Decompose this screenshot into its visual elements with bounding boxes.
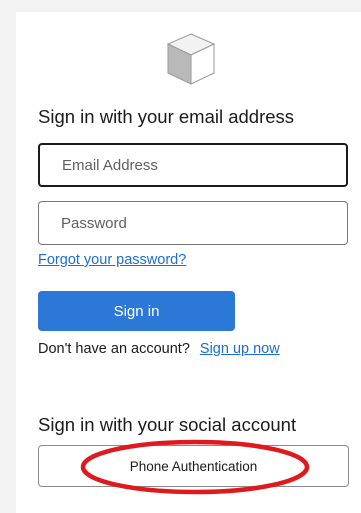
signup-row: Don't have an account? Sign up now <box>38 341 280 357</box>
email-field[interactable] <box>38 143 348 187</box>
phone-authentication-button[interactable]: Phone Authentication <box>38 445 349 487</box>
sign-up-link[interactable]: Sign up now <box>200 341 280 357</box>
password-input[interactable] <box>39 202 347 244</box>
no-account-text: Don't have an account? <box>38 341 190 357</box>
email-signin-heading: Sign in with your email address <box>38 106 295 127</box>
password-field[interactable] <box>38 201 348 245</box>
sign-in-button[interactable]: Sign in <box>38 291 235 331</box>
forgot-password-link[interactable]: Forgot your password? <box>38 252 186 268</box>
cube-icon <box>166 33 216 85</box>
sign-in-card: Sign in with your email address Forgot y… <box>16 12 361 513</box>
social-signin-heading: Sign in with your social account <box>38 414 297 435</box>
email-input[interactable] <box>40 145 346 185</box>
